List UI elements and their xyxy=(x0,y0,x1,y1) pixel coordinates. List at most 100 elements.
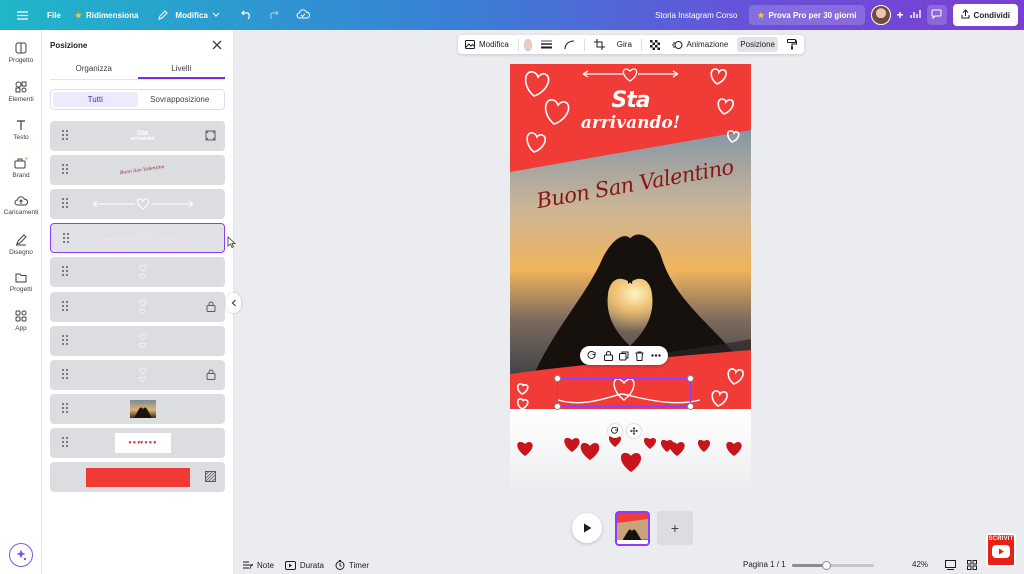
move-handle[interactable] xyxy=(627,424,641,438)
edit-mode-button[interactable]: Modifica xyxy=(145,0,226,30)
subscribe-badge[interactable]: ISCRIVITI xyxy=(986,533,1016,567)
drag-handle-icon[interactable] xyxy=(62,369,68,379)
resize-handle[interactable] xyxy=(554,403,561,410)
drag-handle-icon[interactable] xyxy=(62,437,68,447)
flip-button[interactable]: Gira xyxy=(614,37,635,52)
flip-label: Gira xyxy=(616,40,632,49)
undo-button[interactable] xyxy=(227,0,260,30)
lock-icon[interactable] xyxy=(206,301,216,312)
redo-button[interactable] xyxy=(260,0,286,30)
layer-item[interactable] xyxy=(50,462,225,492)
layer-item[interactable] xyxy=(50,257,225,287)
position-button[interactable]: Posizione xyxy=(737,37,778,52)
layer-item-selected[interactable] xyxy=(50,223,225,253)
drag-handle-icon[interactable] xyxy=(63,233,69,243)
transparency-icon[interactable] xyxy=(205,471,216,482)
share-button[interactable]: Condividi xyxy=(952,4,1018,26)
color-swatch[interactable] xyxy=(524,38,533,51)
drag-handle-icon[interactable] xyxy=(62,335,68,345)
duration-button[interactable]: Durata xyxy=(284,560,324,570)
resize-button[interactable]: ★ Ridimensiona xyxy=(68,0,146,30)
chevron-left-icon xyxy=(231,299,236,307)
more-options-icon[interactable] xyxy=(651,354,661,357)
filter-all[interactable]: Tutti xyxy=(53,92,138,107)
resize-handle[interactable] xyxy=(687,403,694,410)
rail-item-uploads[interactable]: Caricamenti xyxy=(0,195,42,216)
pages-view-icon[interactable] xyxy=(945,560,956,570)
trash-icon[interactable] xyxy=(635,351,644,361)
filter-overlap[interactable]: Sovrapposizione xyxy=(138,92,223,107)
menu-button[interactable] xyxy=(0,0,37,30)
page-thumbnail[interactable] xyxy=(615,511,650,546)
grid-icon[interactable] xyxy=(205,130,216,141)
page-indicator[interactable]: Pagina 1 / 1 xyxy=(743,560,786,569)
layer-item[interactable] xyxy=(50,292,225,322)
rail-item-draw[interactable]: Disegno xyxy=(0,234,42,256)
crop-button[interactable] xyxy=(591,37,608,52)
play-button[interactable] xyxy=(572,513,602,543)
cloud-save-status[interactable] xyxy=(286,0,317,30)
zoom-level[interactable]: 42% xyxy=(912,560,928,569)
rotate-comment-icon[interactable] xyxy=(587,350,597,361)
document-title[interactable]: Storia Instagram Corso xyxy=(655,11,737,20)
rail-item-projects[interactable]: Progetti xyxy=(0,272,42,293)
rotate-handle[interactable] xyxy=(608,424,622,438)
add-page-button[interactable]: + xyxy=(657,511,693,545)
animation-label: Animazione xyxy=(686,40,729,49)
upload-icon xyxy=(961,9,970,21)
position-panel: Posizione Organizza Livelli Tutti Sovrap… xyxy=(42,30,234,574)
duplicate-icon[interactable] xyxy=(618,351,629,361)
tab-layers[interactable]: Livelli xyxy=(137,64,225,79)
layer-item[interactable]: Buon San Valentino xyxy=(50,155,225,185)
add-collaborator-icon[interactable]: + xyxy=(897,8,904,22)
collapse-panel-button[interactable] xyxy=(226,293,241,313)
timer-button[interactable]: Timer xyxy=(335,560,369,570)
layer-item[interactable] xyxy=(50,360,225,390)
lock-icon[interactable] xyxy=(206,369,216,380)
arrow-heart-thumbnail xyxy=(92,198,193,210)
drag-handle-icon[interactable] xyxy=(62,403,68,413)
rail-item-text[interactable]: Testo xyxy=(0,119,42,141)
drag-handle-icon[interactable] xyxy=(62,164,68,174)
layer-item[interactable]: ♥ ♥ ♥♥ ♥ ♥ ♥ xyxy=(50,428,225,458)
lock-icon[interactable] xyxy=(603,350,613,361)
resize-handle[interactable] xyxy=(687,375,694,382)
pencil-icon xyxy=(155,7,171,23)
comment-button[interactable] xyxy=(926,5,947,25)
magic-assistant-button[interactable] xyxy=(9,543,33,567)
transparency-button[interactable] xyxy=(647,37,663,52)
analytics-icon[interactable] xyxy=(909,9,921,21)
grid-view-icon[interactable] xyxy=(967,560,977,570)
drag-handle-icon[interactable] xyxy=(62,266,68,276)
border-weight-button[interactable] xyxy=(538,37,555,52)
layer-item[interactable]: Sta arrivando! xyxy=(50,121,225,151)
rail-item-brand[interactable]: Brand xyxy=(0,157,42,179)
subscribe-label: ISCRIVITI xyxy=(986,536,1016,542)
layer-item[interactable] xyxy=(50,189,225,219)
rail-item-elements[interactable]: Elementi xyxy=(0,81,42,103)
try-pro-button[interactable]: ★ Prova Pro per 30 giorni xyxy=(749,5,865,25)
selection-box[interactable] xyxy=(557,378,691,407)
edit-image-button[interactable]: Modifica xyxy=(462,37,512,52)
drag-handle-icon[interactable] xyxy=(62,198,68,208)
layer-item[interactable] xyxy=(50,326,225,356)
layer-item[interactable] xyxy=(50,394,225,424)
border-weight-icon xyxy=(541,40,553,49)
animation-button[interactable]: Animazione xyxy=(669,37,731,52)
copy-style-button[interactable] xyxy=(784,37,800,52)
drag-handle-icon[interactable] xyxy=(62,301,68,311)
headline-arrivando[interactable]: arrivando! xyxy=(510,113,751,133)
zoom-slider-knob[interactable] xyxy=(822,561,832,570)
headline-sta[interactable]: Sta xyxy=(510,88,751,113)
rail-item-apps[interactable]: App xyxy=(0,310,42,332)
resize-handle[interactable] xyxy=(554,375,561,382)
zoom-slider[interactable] xyxy=(792,561,874,570)
rail-item-design[interactable]: Progetto xyxy=(0,42,42,64)
tab-arrange[interactable]: Organizza xyxy=(50,64,138,79)
close-panel-button[interactable] xyxy=(211,39,223,51)
corner-rounding-button[interactable] xyxy=(561,37,578,52)
drag-handle-icon[interactable] xyxy=(62,130,68,140)
file-menu[interactable]: File xyxy=(37,0,68,30)
avatar[interactable] xyxy=(870,5,891,25)
notes-button[interactable]: Note xyxy=(243,561,274,570)
